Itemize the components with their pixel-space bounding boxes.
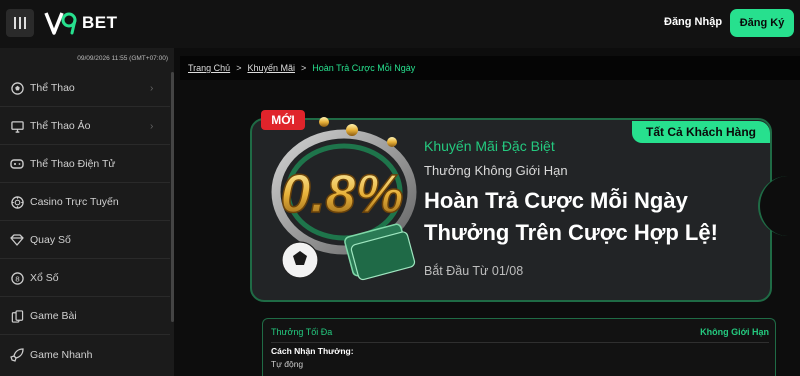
menu-toggle-button[interactable] <box>6 9 34 37</box>
register-button[interactable]: Đăng Ký <box>730 9 794 37</box>
cards-icon <box>10 309 24 323</box>
sidebar-item-label: Casino Trực Tuyến <box>30 196 119 208</box>
max-reward-row: Thưởng Tối Đa Không Giới Hạn <box>271 327 769 343</box>
svg-text:8: 8 <box>15 274 20 283</box>
sidebar: 09/09/2026 11:55 (GMT+07:00) Thể Thao › … <box>0 48 174 376</box>
rocket-icon <box>10 347 24 362</box>
clock-text: 09/09/2026 11:55 (GMT+07:00) <box>77 55 168 62</box>
breadcrumb-home-link[interactable]: Trang Chủ <box>188 63 230 73</box>
casino-chip-icon <box>10 195 24 209</box>
promo-start-date: Bắt Đầu Từ 01/08 <box>424 264 524 278</box>
sidebar-item-esports[interactable]: Thể Thao Điện Tử <box>0 146 170 183</box>
promo-title-line2: Thưởng Trên Cược Hợp Lệ! <box>424 220 718 245</box>
coin-icon <box>387 137 397 147</box>
menu-bar-icon <box>24 17 26 29</box>
coin-icon <box>346 124 358 136</box>
sidebar-item-fast-games[interactable]: Game Nhanh <box>0 336 170 373</box>
sidebar-item-virtual-sports[interactable]: Thể Thao Ảo › <box>0 108 170 145</box>
promo-tagline: Thưởng Không Giới Hạn <box>424 163 568 178</box>
gamepad-icon <box>10 157 24 171</box>
sidebar-scrollbar[interactable] <box>171 72 174 322</box>
menu-bar-icon <box>14 17 16 29</box>
login-link[interactable]: Đăng Nhập <box>664 16 722 28</box>
how-to-claim-label: Cách Nhận Thưởng: <box>271 346 354 356</box>
breadcrumb-current: Hoàn Trả Cược Mỗi Ngày <box>312 63 416 73</box>
sidebar-item-label: Xổ Số <box>30 272 59 284</box>
diamond-icon <box>10 233 24 247</box>
lottery-ball-icon: 8 <box>10 271 24 285</box>
sidebar-item-label: Game Bài <box>30 310 77 322</box>
monitor-icon <box>10 119 24 133</box>
sidebar-item-label: Thể Thao <box>30 82 75 94</box>
logo-text: BET <box>82 13 118 32</box>
breadcrumb-separator: > <box>300 63 307 73</box>
audience-badge: Tất Cả Khách Hàng <box>632 121 770 143</box>
how-to-claim-value: Tự động <box>271 359 304 369</box>
promo-info-panel: Thưởng Tối Đa Không Giới Hạn Cách Nhận T… <box>262 318 776 376</box>
coin-icon <box>319 117 329 127</box>
sidebar-item-label: Thể Thao Điện Tử <box>30 158 116 170</box>
percent-art-text: 0.8% <box>280 164 403 224</box>
breadcrumb-separator: > <box>236 63 242 73</box>
soccer-ball-icon <box>10 81 24 95</box>
sidebar-item-label: Thể Thao Ảo <box>30 120 91 132</box>
max-reward-value: Không Giới Hạn <box>700 327 769 337</box>
site-logo[interactable]: BET <box>44 9 118 37</box>
menu-bar-icon <box>19 17 21 29</box>
sidebar-item-label: Quay Số <box>30 234 71 246</box>
sidebar-item-sports[interactable]: Thể Thao › <box>0 70 170 107</box>
breadcrumb-promos-link[interactable]: Khuyến Mãi <box>247 63 295 73</box>
promo-subtitle: Khuyến Mãi Đặc Biệt <box>424 138 555 154</box>
chevron-right-icon: › <box>150 82 154 94</box>
max-reward-label: Thưởng Tối Đa <box>271 327 333 337</box>
sidebar-item-card-games[interactable]: Game Bài <box>0 298 170 335</box>
top-header: BET Đăng Nhập Đăng Ký <box>0 0 800 48</box>
sidebar-item-lottery[interactable]: 8 Xổ Số <box>0 260 170 297</box>
sidebar-item-casino[interactable]: Casino Trực Tuyến <box>0 184 170 221</box>
chevron-right-icon: › <box>150 120 154 132</box>
new-badge: MỚI <box>261 110 305 130</box>
sidebar-item-label: Game Nhanh <box>30 348 93 361</box>
breadcrumb: Trang Chủ > Khuyến Mãi > Hoàn Trả Cược M… <box>180 56 800 80</box>
promo-title-line1: Hoàn Trả Cược Mỗi Ngày <box>424 188 688 213</box>
promo-artwork: 0.8% <box>271 117 417 281</box>
v9-logo-icon <box>44 12 77 35</box>
sidebar-item-lucky-draw[interactable]: Quay Số <box>0 222 170 259</box>
